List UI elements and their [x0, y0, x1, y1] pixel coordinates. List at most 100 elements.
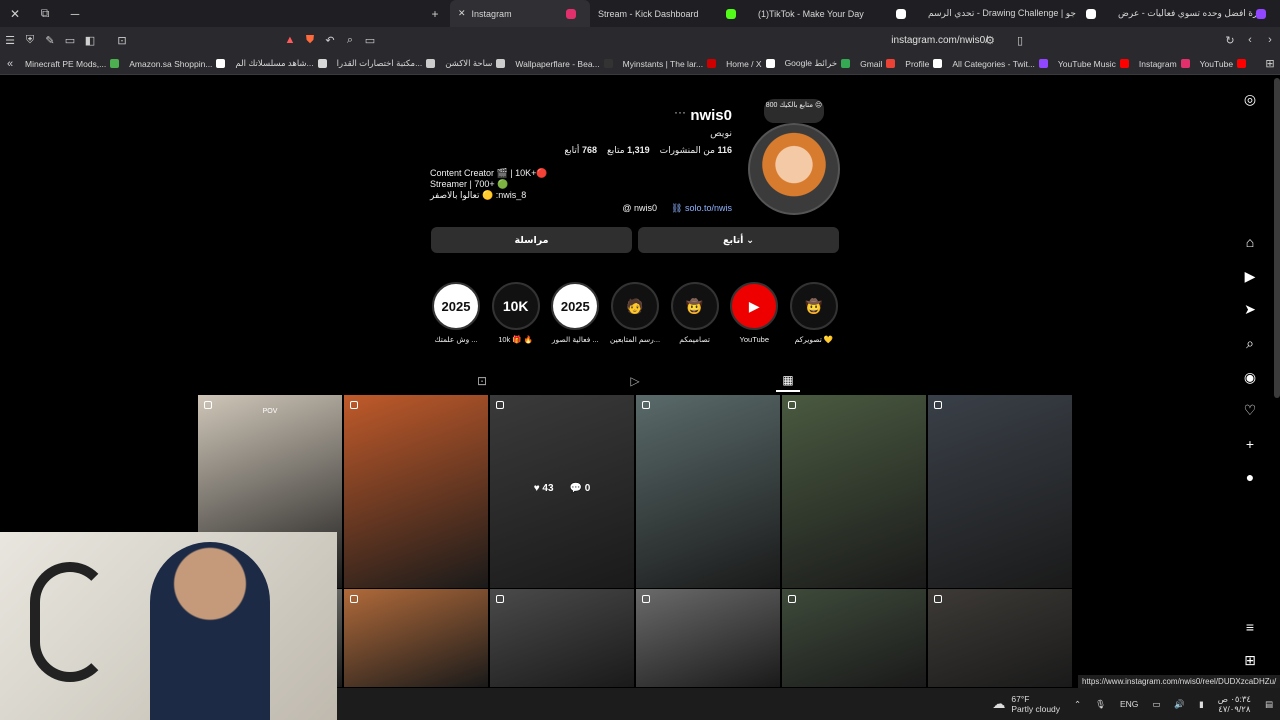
profile-note[interactable]: 800 متابع بالكيك 😔: [764, 99, 824, 123]
tabs-icon[interactable]: ▭: [60, 27, 80, 53]
bookmark-favicon-icon: [1237, 59, 1247, 68]
new-tab-icon[interactable]: +: [420, 0, 450, 27]
browser-tab[interactable]: ✕ Instagram: [450, 0, 590, 27]
tab-posts[interactable]: ▦: [776, 370, 800, 392]
bookmark-item[interactable]: Myinstants | The lar...: [618, 58, 721, 69]
browser-tab[interactable]: تحدي الرسم - Drawing Challenge | جو: [920, 0, 1110, 27]
bookmark-label: Minecraft PE Mods,...: [25, 58, 107, 69]
bookmark-item[interactable]: All Categories - Twit...: [947, 58, 1053, 69]
following-button[interactable]: أتابع ⌄: [638, 227, 839, 253]
restore-icon[interactable]: ⧉: [30, 0, 60, 27]
also-from-meta-icon[interactable]: ⊞: [1238, 648, 1262, 672]
post-tile[interactable]: [636, 395, 780, 588]
bookmark-label: Home / X: [726, 58, 762, 69]
external-link[interactable]: solo.to/nwis ⛓: [671, 203, 732, 214]
search-icon[interactable]: ⌕: [1238, 331, 1262, 355]
weather-widget[interactable]: ☁ 67°F Partly cloudy: [985, 694, 1067, 714]
sidebar-icon[interactable]: ◧: [80, 27, 100, 53]
post-tile[interactable]: [344, 589, 488, 687]
bookmark-item[interactable]: مكتبة اختصارات القدرا...: [332, 58, 441, 69]
url-text[interactable]: instagram.com/nwis0/: [891, 35, 988, 46]
bookmark-item[interactable]: YouTube Music: [1053, 58, 1134, 69]
shield-icon[interactable]: ⛨: [20, 27, 40, 53]
profile-options-icon[interactable]: ···: [674, 105, 686, 119]
language-indicator[interactable]: ENG: [1113, 699, 1145, 709]
cast-icon[interactable]: ▭: [360, 27, 380, 53]
highlight-item[interactable]: 🤠 تصاميمكم: [669, 282, 721, 352]
url-bar[interactable]: ▲ ⛊ ↶ ⌕ ▭ instagram.com/nwis0/ ⚙ ▯: [280, 30, 1030, 50]
post-tile[interactable]: [636, 589, 780, 687]
threads-link[interactable]: nwis0 @: [622, 203, 657, 214]
site-settings-icon[interactable]: ⚙: [980, 27, 1000, 53]
clock[interactable]: ٠٥:٣٤ ص ٤٧/٠٩/٢٨: [1211, 694, 1258, 714]
bookmark-item[interactable]: Instagram: [1134, 58, 1195, 69]
followers-stat[interactable]: 1,319 متابع: [607, 145, 650, 156]
microphone-icon[interactable]: 🎙: [1088, 699, 1113, 710]
profile-avatar[interactable]: [748, 123, 840, 215]
tab-reels[interactable]: ▷: [623, 370, 647, 392]
post-tile[interactable]: [928, 395, 1072, 588]
following-stat[interactable]: 768 أتابع: [564, 145, 597, 156]
bookmarks-folder-icon[interactable]: ⊞: [1260, 51, 1280, 77]
post-tile[interactable]: [344, 395, 488, 588]
browser-tab[interactable]: (1)TikTok - Make Your Day: [750, 0, 920, 27]
highlight-item[interactable]: 10K 10k 🎁 🔥: [490, 282, 542, 352]
link-icon: ⛓: [671, 203, 683, 213]
extension-icon[interactable]: ✎: [40, 27, 60, 53]
browser-tab[interactable]: سارة افضل وحده تسوي فعاليات - عرض: [1110, 0, 1280, 27]
highlight-item[interactable]: ▶ YouTube: [728, 282, 780, 352]
profile-avatar-icon[interactable]: ●: [1238, 465, 1262, 489]
battery-icon[interactable]: ▮: [1192, 699, 1211, 710]
create-plus-icon[interactable]: +: [1238, 432, 1262, 456]
highlight-item[interactable]: 🤠 تصويركم 💛: [788, 282, 840, 352]
menu-icon[interactable]: ☰: [0, 27, 20, 53]
reels-icon[interactable]: ▶: [1238, 264, 1262, 288]
explore-icon[interactable]: ◉: [1238, 365, 1262, 389]
screenshot-icon[interactable]: ⊡: [112, 27, 132, 53]
messages-icon[interactable]: ➤: [1238, 297, 1262, 321]
close-window-icon[interactable]: ✕: [0, 0, 30, 27]
tray-chevron-icon[interactable]: ⌃: [1067, 699, 1088, 710]
brave-lion-icon[interactable]: ⛊: [300, 27, 320, 53]
notifications-icon[interactable]: ▤: [1258, 699, 1280, 710]
post-tile[interactable]: [928, 589, 1072, 687]
highlight-item[interactable]: 2025 فعالية الصور ...: [549, 282, 601, 352]
bookmark-item[interactable]: Gmail: [855, 58, 900, 69]
home-icon[interactable]: ⌂: [1238, 230, 1262, 254]
volume-icon[interactable]: 🔊: [1167, 699, 1192, 710]
post-tile[interactable]: [490, 589, 634, 687]
bookmark-label: ساحة الاكشن: [445, 58, 493, 68]
notifications-heart-icon[interactable]: ♡: [1238, 398, 1262, 422]
post-tile[interactable]: [782, 395, 926, 588]
bookmark-item[interactable]: Profile: [900, 58, 947, 69]
highlight-item[interactable]: 🧑 رسم المتابعين...: [609, 282, 661, 352]
browser-tab[interactable]: Stream - Kick Dashboard: [590, 0, 750, 27]
message-button[interactable]: مراسلة: [431, 227, 632, 253]
bookmark-item[interactable]: شاهد مسلسلاتك الم...: [230, 58, 331, 69]
bookmark-item[interactable]: Home / X: [721, 58, 779, 69]
bookmark-item[interactable]: Google خرائط: [780, 58, 856, 69]
instagram-logo-icon[interactable]: ◎: [1238, 87, 1262, 111]
network-icon[interactable]: ▭: [1145, 699, 1167, 710]
bookmark-item[interactable]: Minecraft PE Mods,...: [20, 58, 124, 69]
tab-tagged[interactable]: ⊡: [470, 370, 494, 392]
more-menu-icon[interactable]: ≡: [1238, 615, 1262, 639]
highlight-item[interactable]: 2025 وش علمتك ...: [430, 282, 482, 352]
post-tile[interactable]: [782, 589, 926, 687]
minimize-icon[interactable]: ─: [60, 0, 90, 27]
bookmark-icon[interactable]: ▯: [1010, 27, 1030, 53]
bookmark-item[interactable]: Wallpaperflare - Bea...: [510, 58, 617, 69]
highlight-label: تصويركم 💛: [794, 335, 834, 344]
tab-close-icon[interactable]: ✕: [458, 8, 466, 19]
page-scrollbar[interactable]: [1274, 78, 1280, 398]
bookmark-item[interactable]: YouTube: [1195, 58, 1251, 69]
post-tile[interactable]: 0 💬 43 ♥: [490, 395, 634, 588]
zoom-icon[interactable]: ⌕: [340, 27, 360, 53]
back-icon[interactable]: ‹: [1240, 27, 1260, 53]
undo-icon[interactable]: ↶: [320, 27, 340, 53]
bookmark-item[interactable]: Amazon.sa Shoppin...: [124, 58, 230, 69]
forward-icon[interactable]: ›: [1260, 27, 1280, 53]
reload-icon[interactable]: ↻: [1220, 27, 1240, 53]
bookmarks-chevron-icon[interactable]: «: [0, 51, 20, 77]
bookmark-item[interactable]: ساحة الاكشن: [440, 58, 510, 69]
